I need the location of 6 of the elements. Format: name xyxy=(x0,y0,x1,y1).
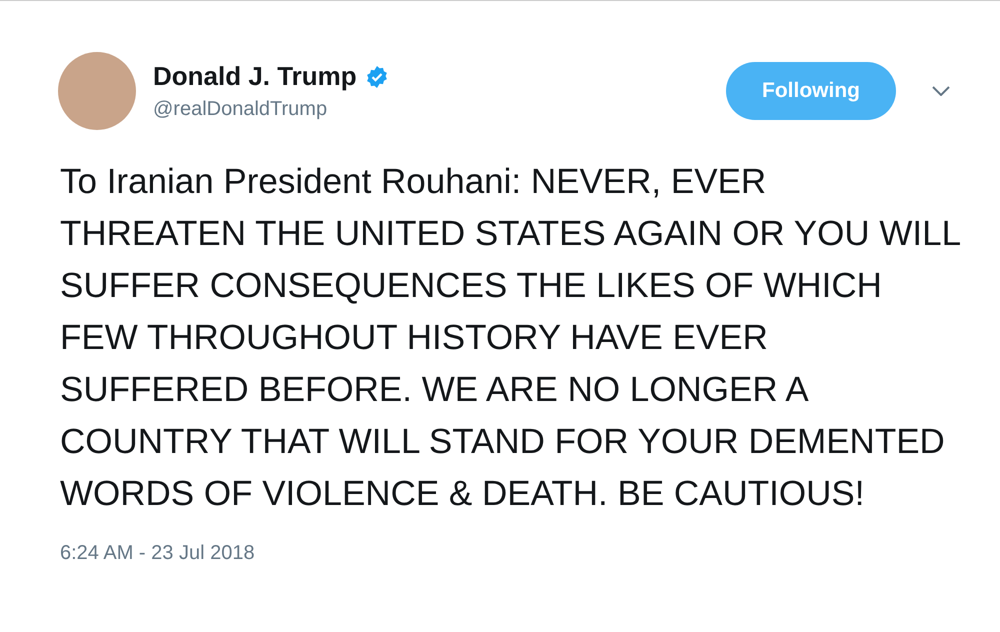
tweet-text: To Iranian President Rouhani: NEVER, EVER THREATEN THE UNITED STATES AGAIN OR YOU WILL SUFFER CONSEQUENCES THE LIKES OF WHICH FEW THROUGHOUT HISTORY HAVE EVER SUFFERED BEFORE. WE ARE NO LONGER A COUNTRY THAT WILL STAND FOR YOUR DEMENTED WORDS OF VIOLENCE & DEATH. BE CAUTIOUS! xyxy=(60,161,960,515)
tweet-timestamp[interactable]: 6:24 AM - 23 Jul 2018 xyxy=(60,542,1000,565)
author-handle[interactable]: @realDonaldTrump xyxy=(153,98,726,121)
chevron-down-icon[interactable] xyxy=(932,86,950,96)
following-button[interactable]: Following xyxy=(726,62,896,120)
author-name[interactable]: Donald J. Trump xyxy=(153,61,357,92)
